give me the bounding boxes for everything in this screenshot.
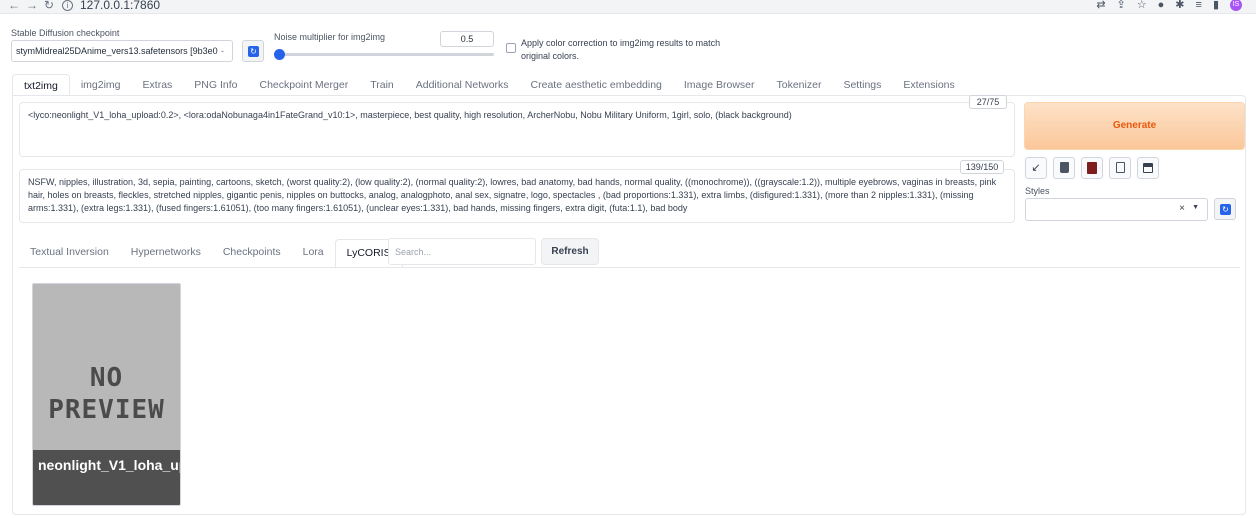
main-tab-bar: txt2img img2img Extras PNG Info Checkpoi… [12, 74, 966, 96]
refresh-checkpoint-button[interactable]: ↻ [242, 40, 264, 62]
tab-train[interactable]: Train [359, 74, 405, 96]
sidebar-icon[interactable]: ▮ [1213, 0, 1219, 11]
url-bar[interactable]: 127.0.0.1:7860 [80, 0, 160, 12]
share-icon[interactable]: ⇪ [1117, 0, 1126, 11]
tab-hypernetworks[interactable]: Hypernetworks [120, 239, 212, 268]
tab-create-aesthetic-embedding[interactable]: Create aesthetic embedding [520, 74, 673, 96]
reload-icon[interactable]: ↻ [44, 0, 54, 12]
extension-circle-icon[interactable]: ● [1158, 0, 1165, 11]
tab-extras[interactable]: Extras [132, 74, 184, 96]
styles-dropdown[interactable]: × ▼ [1025, 198, 1208, 221]
checkpoint-value: stymMidreal25DAnime_vers13.safetensors [… [16, 46, 218, 56]
tab-lora[interactable]: Lora [292, 239, 335, 268]
tab-tokenizer[interactable]: Tokenizer [766, 74, 833, 96]
prompt-token-counter: 27/75 [969, 95, 1007, 109]
trash-icon [1059, 162, 1069, 173]
network-card[interactable]: NO PREVIEW neonlight_V1_loha_upload [32, 283, 181, 506]
bookmark-star-icon[interactable]: ☆ [1137, 0, 1147, 11]
no-preview-line-1: NO [89, 363, 124, 393]
clipboard-icon [1115, 162, 1125, 173]
arrow-down-left-icon: ↙ [1031, 162, 1041, 174]
noise-multiplier-slider[interactable] [278, 53, 494, 56]
prompt-textarea[interactable]: <lyco:neonlight_V1_loha_upload:0.2>, <lo… [19, 102, 1015, 157]
chevron-down-icon: - [221, 46, 224, 56]
read-generation-params-button[interactable]: ↙ [1025, 157, 1047, 179]
browser-bar: ← → ↻ i 127.0.0.1:7860 ⇄ ⇪ ☆ ● ✱ ≡ ▮ IS [0, 0, 1256, 14]
negative-prompt-textarea[interactable]: NSFW, nipples, illustration, 3d, sepia, … [19, 169, 1015, 223]
noise-multiplier-label: Noise multiplier for img2img [274, 32, 386, 42]
clear-styles-icon[interactable]: × [1179, 203, 1185, 214]
tab-settings[interactable]: Settings [832, 74, 892, 96]
tab-checkpoint-merger[interactable]: Checkpoint Merger [248, 74, 359, 96]
extra-networks-search-input[interactable] [388, 238, 536, 265]
noise-slider-thumb[interactable] [274, 49, 285, 60]
save-style-button[interactable] [1137, 157, 1159, 179]
clear-prompt-button[interactable] [1053, 157, 1075, 179]
tab-additional-networks[interactable]: Additional Networks [405, 74, 520, 96]
profile-avatar-icon[interactable]: IS [1230, 0, 1242, 11]
refresh-icon: ↻ [1220, 204, 1231, 215]
extra-networks-panel [19, 267, 1240, 512]
noise-multiplier-input[interactable]: 0.5 [440, 31, 494, 47]
tab-textual-inversion[interactable]: Textual Inversion [19, 239, 120, 268]
styles-label: Styles [1025, 186, 1050, 196]
tab-img2img[interactable]: img2img [70, 74, 132, 96]
checkpoint-label: Stable Diffusion checkpoint [11, 28, 120, 38]
color-correction-label: Apply color correction to img2img result… [521, 38, 721, 61]
forward-arrow-icon[interactable]: → [26, 0, 38, 12]
tab-extensions[interactable]: Extensions [892, 74, 965, 96]
site-info-icon[interactable]: i [62, 0, 73, 11]
save-disk-icon [1143, 163, 1153, 173]
tab-png-info[interactable]: PNG Info [183, 74, 248, 96]
show-extra-networks-button[interactable] [1081, 157, 1103, 179]
generate-button[interactable]: Generate [1024, 102, 1245, 150]
refresh-icon: ↻ [248, 46, 259, 57]
tab-image-browser[interactable]: Image Browser [673, 74, 766, 96]
back-arrow-icon[interactable]: ← [8, 0, 20, 12]
refresh-styles-button[interactable]: ↻ [1214, 198, 1236, 220]
puzzle-extensions-icon[interactable]: ✱ [1175, 0, 1184, 11]
color-correction-checkbox[interactable] [506, 43, 516, 53]
network-card-name: neonlight_V1_loha_upload [33, 450, 180, 505]
extra-networks-refresh-button[interactable]: Refresh [541, 238, 599, 265]
no-preview-placeholder: NO PREVIEW [33, 362, 180, 426]
no-preview-line-2: PREVIEW [48, 395, 165, 425]
extra-networks-card-icon [1087, 162, 1097, 174]
apply-style-button[interactable] [1109, 157, 1131, 179]
translate-icon[interactable]: ⇄ [1096, 0, 1105, 11]
negative-prompt-token-counter: 139/150 [960, 160, 1004, 174]
browser-toolbar: ⇄ ⇪ ☆ ● ✱ ≡ ▮ IS [1096, 0, 1242, 11]
tab-txt2img[interactable]: txt2img [12, 74, 70, 96]
list-icon[interactable]: ≡ [1196, 0, 1202, 11]
checkpoint-dropdown[interactable]: stymMidreal25DAnime_vers13.safetensors [… [11, 40, 233, 62]
chevron-down-icon: ▼ [1192, 204, 1199, 211]
extra-networks-tab-bar: Textual Inversion Hypernetworks Checkpoi… [19, 239, 403, 268]
tab-checkpoints[interactable]: Checkpoints [212, 239, 292, 268]
